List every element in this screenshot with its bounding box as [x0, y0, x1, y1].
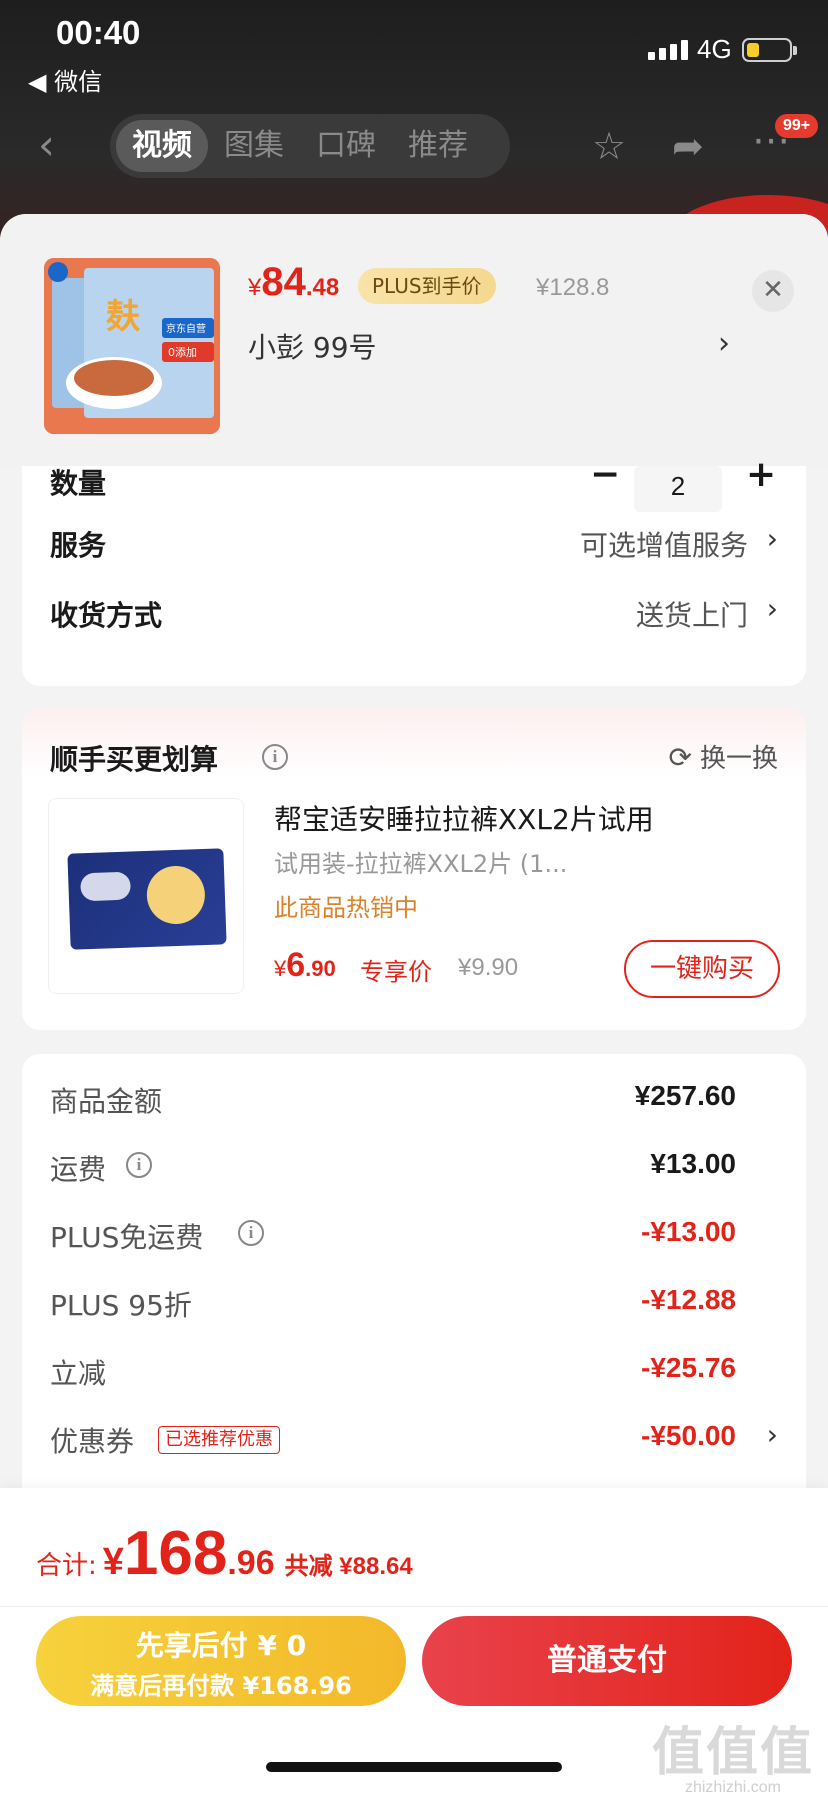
svg-text:0添加: 0添加	[168, 345, 197, 359]
refresh-icon: ⟳	[668, 741, 692, 774]
status-time: 00:40	[56, 14, 141, 51]
watermark: 值值值 zhizhizhi.com	[651, 1723, 814, 1793]
tab-reviews[interactable]: 口碑	[300, 120, 392, 172]
chevron-right-icon[interactable]: ›	[718, 326, 730, 361]
plus-price-tag: PLUS到手价	[358, 268, 496, 304]
summary-row: PLUS免运费 i -¥13.00	[50, 1216, 736, 1254]
quantity-increase-button[interactable]: +	[746, 454, 776, 495]
bundle-original-price: ¥9.90	[458, 954, 519, 981]
media-tabs: 视频 图集 口碑 推荐	[110, 114, 510, 178]
close-button[interactable]: ✕	[752, 270, 794, 312]
svg-text:京东自营: 京东自营	[166, 322, 206, 335]
delivery-label: 收货方式	[50, 599, 163, 632]
one-click-buy-button[interactable]: 一键购买	[624, 940, 780, 998]
divider	[0, 1606, 828, 1607]
coupon-tag: 已选推荐优惠	[158, 1426, 280, 1454]
bundle-price-tag: 专享价	[360, 958, 432, 986]
pay-later-button[interactable]: 先享后付 ¥ 0 满意后再付款 ¥168.96	[36, 1616, 406, 1706]
home-indicator	[266, 1762, 562, 1772]
bundle-item-image[interactable]	[48, 798, 244, 994]
total-price: 合计: ¥168.96 共减 ¥88.64	[36, 1519, 413, 1588]
info-icon[interactable]: i	[238, 1220, 264, 1246]
share-icon[interactable]: ➦	[672, 124, 704, 168]
bundle-card: 顺手买更划算 i ⟳ 换一换 帮宝适安睡拉拉裤XXL2片试用 试用装-拉拉裤XXL…	[22, 708, 806, 1030]
delivery-value[interactable]: 送货上门	[636, 594, 748, 634]
summary-row: 商品金额 ¥257.60	[50, 1080, 736, 1118]
network-label: 4G	[697, 34, 732, 64]
chevron-right-icon[interactable]: ›	[767, 592, 778, 625]
bundle-item-spec: 试用装-拉拉裤XXL2片 (1...	[274, 850, 568, 878]
bundle-item-price: ¥6.90	[274, 946, 336, 984]
tab-video[interactable]: 视频	[116, 120, 208, 172]
variant-selector[interactable]: 小彭 99号	[248, 326, 377, 366]
checkout-bar: 合计: ¥168.96 共减 ¥88.64 先享后付 ¥ 0 满意后再付款 ¥168…	[0, 1488, 828, 1793]
svg-text:麸: 麸	[106, 297, 141, 337]
tab-recommend[interactable]: 推荐	[392, 120, 484, 172]
tab-gallery[interactable]: 图集	[208, 120, 300, 172]
service-label: 服务	[50, 529, 107, 562]
status-bar: 00:40 ◀ 微信 4G	[0, 0, 828, 96]
quantity-label: 数量	[50, 467, 107, 500]
back-arrow-icon[interactable]: ‹	[38, 120, 55, 169]
bundle-item-name[interactable]: 帮宝适安睡拉拉裤XXL2片试用	[274, 798, 654, 838]
quantity-decrease-button[interactable]: −	[590, 454, 620, 495]
summary-row-coupon[interactable]: 优惠券 已选推荐优惠 -¥50.00 ›	[22, 1418, 806, 1460]
info-icon[interactable]: i	[126, 1152, 152, 1178]
total-saved: 共减 ¥88.64	[284, 1553, 413, 1580]
info-icon[interactable]: i	[262, 744, 288, 770]
product-price: ¥84.48	[248, 260, 340, 304]
star-icon[interactable]: ☆	[592, 124, 626, 168]
back-to-wechat-link[interactable]: ◀ 微信	[28, 62, 102, 97]
bundle-item-hot: 此商品热销中	[274, 894, 418, 922]
normal-pay-button[interactable]: 普通支付	[422, 1616, 792, 1706]
battery-icon	[742, 38, 797, 62]
chevron-right-icon[interactable]: ›	[767, 522, 778, 555]
signal-icon	[648, 40, 688, 60]
chevron-right-icon[interactable]: ›	[767, 1418, 778, 1451]
options-card: 数量 − 2 + 服务 可选增值服务 › 收货方式 送货上门 ›	[22, 454, 806, 686]
bundle-title: 顺手买更划算	[50, 743, 219, 776]
summary-row: PLUS 95折 -¥12.88	[50, 1284, 736, 1322]
quantity-input[interactable]: 2	[634, 466, 722, 512]
swap-button[interactable]: ⟳ 换一换	[669, 738, 778, 775]
product-image: 麸 京东自营 0添加	[44, 258, 220, 434]
original-price: ¥128.8	[536, 274, 610, 301]
message-badge: 99+	[775, 114, 819, 138]
summary-row: 立减 -¥25.76	[50, 1352, 736, 1390]
service-value[interactable]: 可选增值服务	[580, 524, 748, 564]
product-header: 麸 京东自营 0添加 ¥84.48 PLUS到手价 ¥128.8 小彭 99号 …	[0, 214, 828, 466]
summary-row: 运费 i ¥13.00	[50, 1148, 736, 1186]
